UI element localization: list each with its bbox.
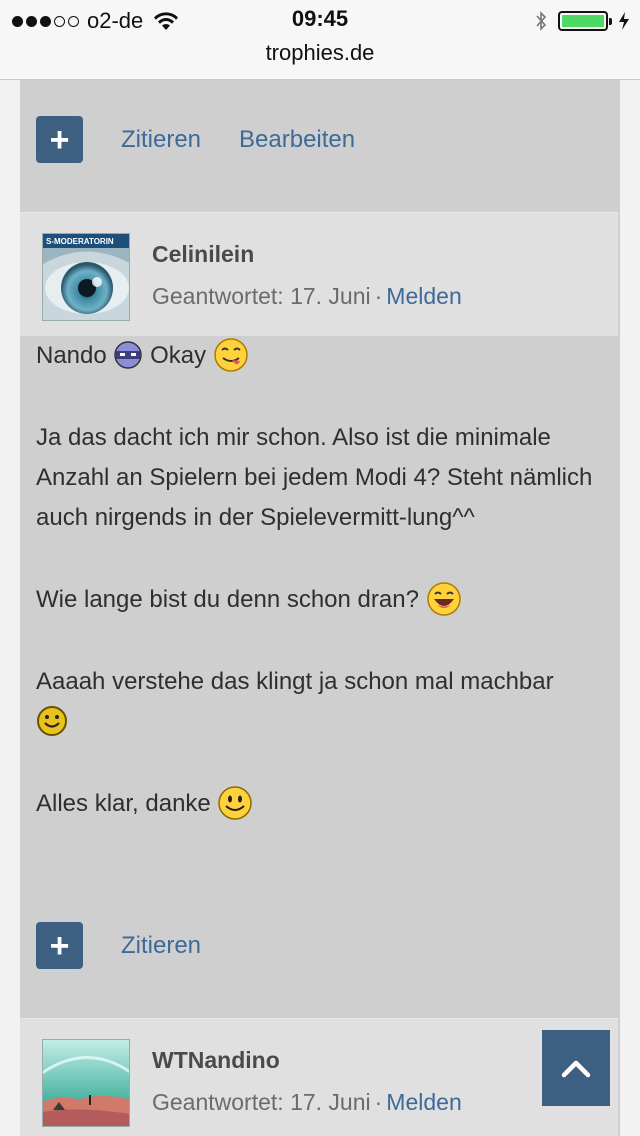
post-paragraph: Ja das dacht ich mir schon. Also ist die…	[36, 424, 593, 531]
thread-content: + Zitieren Bearbeiten S-MODERATORIN Celi…	[20, 80, 620, 1136]
previous-post-actions: + Zitieren Bearbeiten	[36, 116, 355, 163]
post-paragraph: Aaaah verstehe das klingt ja schon mal m…	[36, 662, 608, 742]
landscape-avatar-image	[43, 1040, 129, 1126]
quote-link[interactable]: Zitieren	[121, 932, 201, 960]
expand-button[interactable]: +	[36, 116, 83, 163]
battery-icon	[558, 11, 612, 31]
chevron-up-icon	[561, 1060, 591, 1078]
answered-date: Geantwortet: 17. Juni	[152, 1089, 371, 1115]
paragraph-text: Okay	[150, 342, 207, 369]
charging-bolt-icon	[619, 12, 629, 30]
meta-separator: ·	[374, 283, 383, 309]
bluetooth-icon	[536, 11, 547, 31]
url-bar[interactable]: trophies.de	[0, 40, 640, 66]
expand-button[interactable]: +	[36, 922, 83, 969]
post-author[interactable]: Celinilein	[152, 241, 254, 268]
tongue-smiley-icon	[214, 337, 248, 372]
edit-link[interactable]: Bearbeiten	[239, 126, 355, 154]
post-meta: Geantwortet: 17. Juni · Melden	[152, 1089, 462, 1116]
paragraph-text: Alles klar, danke	[36, 790, 211, 817]
post-paragraph: Nando Okay	[36, 336, 608, 376]
quote-link[interactable]: Zitieren	[121, 126, 201, 154]
avatar-badge-text: S-MODERATORIN	[46, 237, 114, 246]
paragraph-text: Aaaah verstehe das klingt ja schon mal m…	[36, 668, 554, 695]
next-post-header: WTNandino Geantwortet: 17. Juni · Melden	[20, 1018, 618, 1136]
smile-icon	[218, 785, 253, 820]
meta-separator: ·	[374, 1089, 383, 1115]
post-author[interactable]: WTNandino	[152, 1047, 280, 1074]
ninja-smiley-icon	[114, 340, 143, 369]
user-avatar[interactable]	[42, 1039, 130, 1127]
scroll-to-top-button[interactable]	[542, 1030, 610, 1106]
eye-avatar-image: S-MODERATORIN	[43, 234, 129, 320]
report-link[interactable]: Melden	[386, 1089, 461, 1115]
small-smile-icon	[37, 705, 67, 736]
grin-smiley-icon	[426, 581, 461, 616]
post-header: S-MODERATORIN Celinilein Geantwortet: 17…	[20, 212, 618, 336]
report-link[interactable]: Melden	[386, 283, 461, 309]
post-body: Nando Okay Ja das dacht ich mir schon. A…	[36, 336, 608, 866]
post-paragraph: Alles klar, danke	[36, 784, 608, 824]
browser-status-bar: o2-de 09:45 trophies.de	[0, 0, 640, 80]
answered-date: Geantwortet: 17. Juni	[152, 283, 371, 309]
battery-level	[562, 15, 604, 27]
post-actions: + Zitieren	[36, 922, 201, 969]
status-right-area	[534, 8, 630, 34]
paragraph-text: Wie lange bist du denn schon dran?	[36, 586, 419, 613]
post-paragraph: Wie lange bist du denn schon dran?	[36, 580, 608, 620]
user-avatar[interactable]: S-MODERATORIN	[42, 233, 130, 321]
post-meta: Geantwortet: 17. Juni · Melden	[152, 283, 462, 310]
paragraph-text: Nando	[36, 342, 107, 369]
